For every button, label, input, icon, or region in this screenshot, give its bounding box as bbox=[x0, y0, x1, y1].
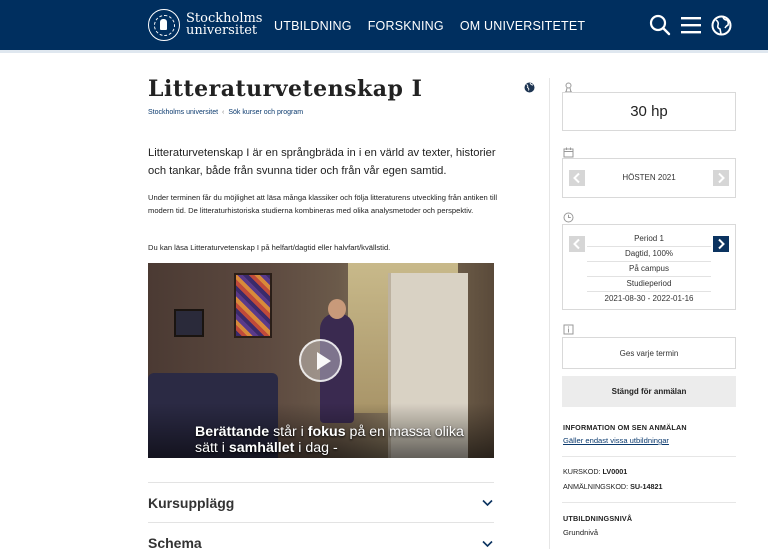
caption-text-1: står i bbox=[269, 424, 308, 440]
education-level-heading: UTBILDNINGSNIVÅ bbox=[563, 514, 633, 523]
intro-paragraph: Under terminen får du möjlighet att läsa… bbox=[148, 193, 498, 215]
period-label: Studieperiod bbox=[587, 277, 711, 292]
period-name: Period 1 bbox=[587, 232, 711, 247]
lead-paragraph: Litteraturvetenskap I är en språngbräda … bbox=[148, 147, 496, 177]
nav-item-om-universitetet[interactable]: OM UNIVERSITETET bbox=[460, 19, 585, 33]
credits-value: 30 hp bbox=[630, 103, 668, 120]
credits-box: 30 hp bbox=[562, 92, 736, 131]
header-accent-line bbox=[0, 50, 768, 53]
application-code-line: ANMÄLNINGSKOD: SU-14821 bbox=[563, 482, 662, 491]
period-pace: Dagtid, 100% bbox=[587, 247, 711, 262]
period-selector: Period 1 Dagtid, 100% På campus Studiepe… bbox=[562, 224, 736, 310]
accordion-kursupplagg[interactable]: Kursupplägg bbox=[148, 482, 494, 522]
search-icon[interactable] bbox=[649, 14, 671, 36]
caption-bold-2: fokus bbox=[307, 424, 346, 440]
application-code-label: ANMÄLNINGSKOD: bbox=[563, 482, 631, 491]
period-dates: 2021-08-30 - 2022-01-16 bbox=[604, 294, 694, 303]
study-pace-paragraph: Du kan läsa Litteraturvetenskap I på hel… bbox=[148, 243, 391, 252]
term-selector: HÖSTEN 2021 bbox=[562, 158, 736, 198]
course-code-value: LV0001 bbox=[602, 467, 628, 476]
breadcrumb-item-search[interactable]: Sök kurser och program bbox=[228, 109, 303, 116]
course-video[interactable]: Berättande står i fokus på en massa olik… bbox=[148, 263, 494, 458]
term-label: HÖSTEN 2021 bbox=[622, 173, 676, 182]
late-application-heading: INFORMATION OM SEN ANMÄLAN bbox=[563, 423, 687, 432]
breadcrumb: Stockholms universitet ‹ Sök kurser och … bbox=[148, 109, 303, 116]
page-title: Litteraturvetenskap I bbox=[148, 76, 423, 102]
caption-bold-1: Berättande bbox=[195, 424, 270, 440]
separator bbox=[562, 456, 736, 457]
caption-text-3: sätt i bbox=[195, 440, 229, 456]
menu-icon[interactable] bbox=[681, 16, 701, 34]
video-person-head bbox=[328, 299, 346, 319]
period-location: På campus bbox=[587, 262, 711, 277]
play-button[interactable] bbox=[299, 339, 342, 382]
video-frame bbox=[174, 309, 204, 337]
separator bbox=[562, 502, 736, 503]
chevron-down-icon bbox=[482, 540, 493, 548]
caption-bold-3: samhället bbox=[228, 440, 295, 456]
late-application-link[interactable]: Gäller endast vissa utbildningar bbox=[563, 436, 669, 445]
next-term-button[interactable] bbox=[713, 170, 729, 186]
application-code-value: SU-14821 bbox=[630, 482, 663, 491]
accordion-label: Schema bbox=[148, 535, 202, 549]
previous-period-button[interactable] bbox=[569, 236, 585, 252]
video-caption: Berättande står i fokus på en massa olik… bbox=[195, 424, 494, 456]
university-seal-icon bbox=[148, 9, 180, 41]
course-code-line: KURSKOD: LV0001 bbox=[563, 467, 627, 476]
university-logo[interactable]: Stockholms universitet bbox=[148, 9, 262, 41]
accordion-schema[interactable]: Schema bbox=[148, 522, 494, 549]
logo-text: Stockholms universitet bbox=[186, 12, 262, 38]
sidebar-divider bbox=[549, 78, 550, 549]
accordion-label: Kursupplägg bbox=[148, 495, 235, 511]
course-code-label: KURSKOD: bbox=[563, 467, 603, 476]
video-painting bbox=[234, 273, 272, 338]
main-nav: UTBILDNING FORSKNING OM UNIVERSITETET bbox=[274, 19, 585, 33]
globe-icon[interactable] bbox=[711, 15, 732, 36]
frequency-text: Ges varje termin bbox=[619, 349, 679, 358]
period-details: Period 1 Dagtid, 100% På campus Studiepe… bbox=[587, 232, 711, 307]
application-closed-button[interactable]: Stängd för anmälan bbox=[562, 376, 736, 407]
nav-item-forskning[interactable]: FORSKNING bbox=[368, 19, 444, 33]
caption-text-4: i dag - bbox=[294, 440, 338, 456]
breadcrumb-item-home[interactable]: Stockholms universitet bbox=[148, 109, 218, 116]
frequency-box: Ges varje termin bbox=[562, 337, 736, 369]
education-level-value: Grundnivå bbox=[563, 528, 599, 537]
caption-text-2: på en massa olika bbox=[345, 424, 464, 440]
chevron-left-icon: ‹ bbox=[222, 109, 225, 116]
nav-item-utbildning[interactable]: UTBILDNING bbox=[274, 19, 352, 33]
language-globe-icon[interactable] bbox=[524, 80, 535, 98]
chevron-down-icon bbox=[482, 499, 493, 507]
top-navigation-bar: Stockholms universitet UTBILDNING FORSKN… bbox=[0, 0, 768, 50]
logo-line-2: universitet bbox=[186, 23, 258, 38]
next-period-button[interactable] bbox=[713, 236, 729, 252]
header-icons bbox=[649, 14, 732, 36]
